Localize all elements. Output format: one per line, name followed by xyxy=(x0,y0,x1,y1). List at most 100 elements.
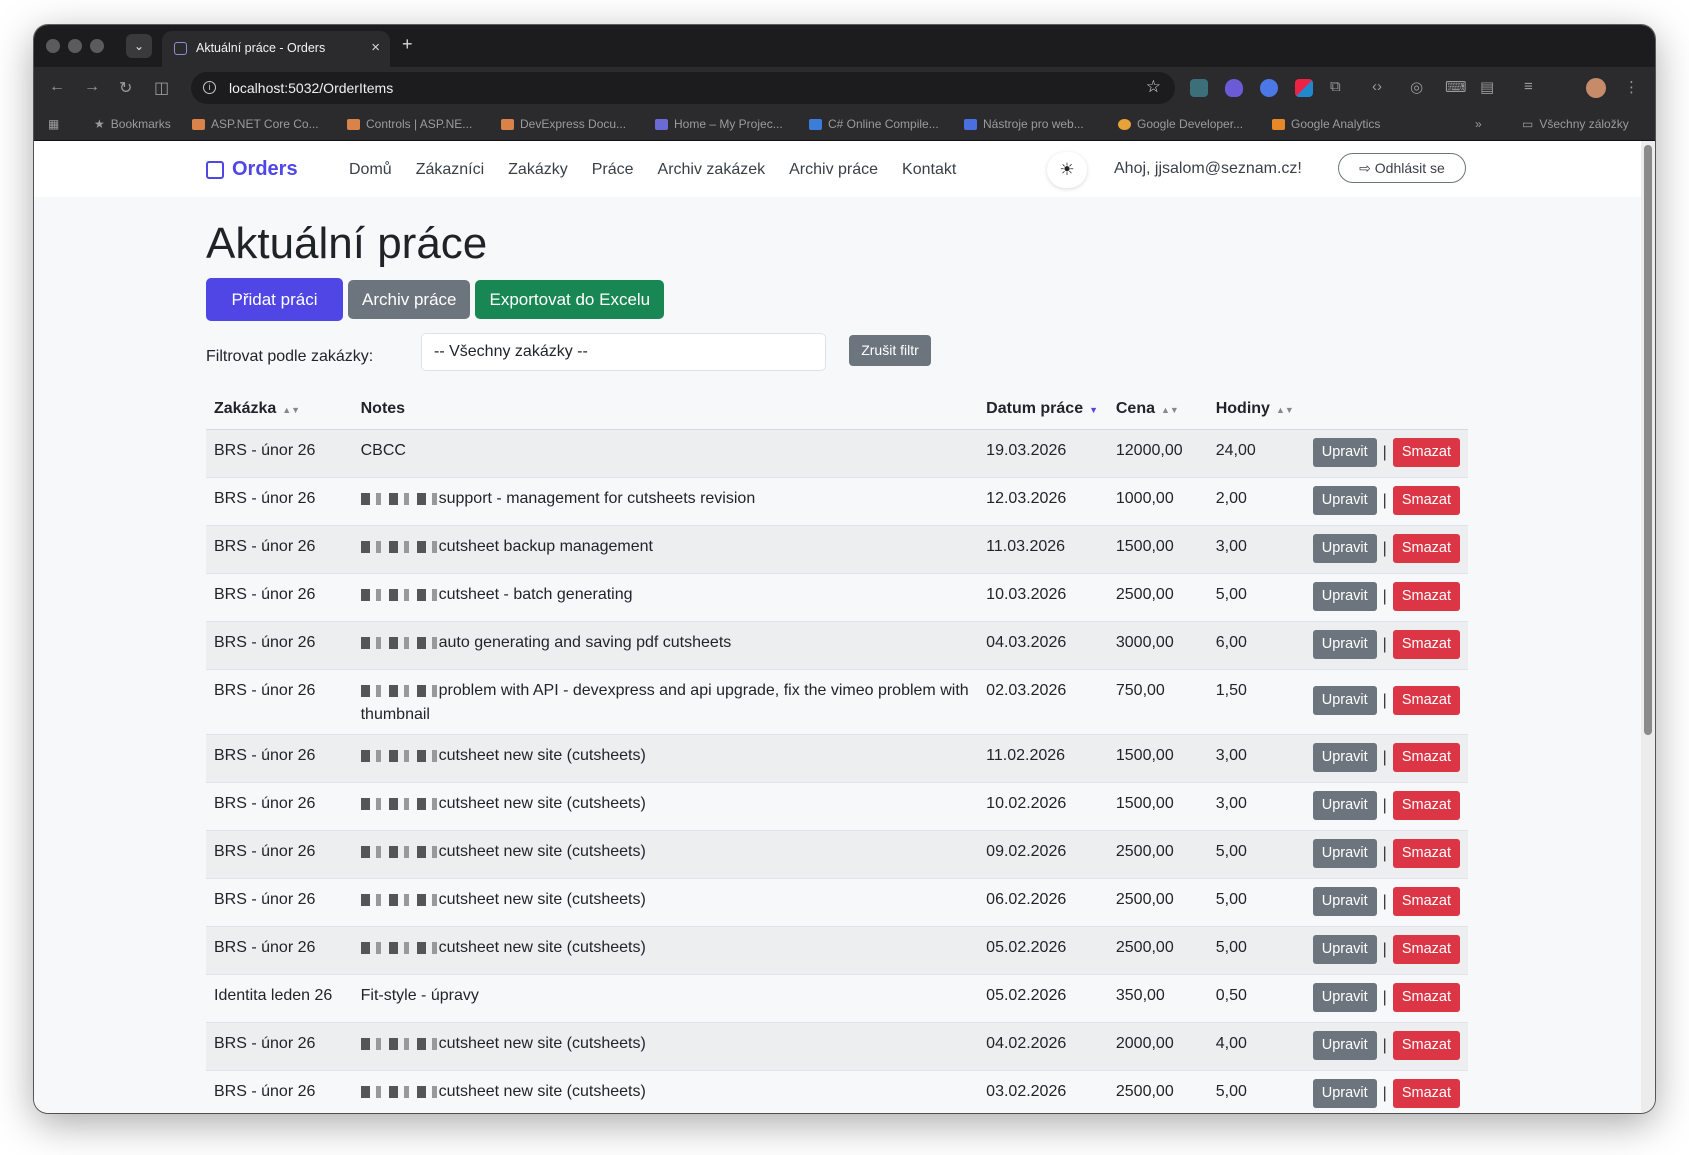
new-tab-icon[interactable]: + xyxy=(402,34,413,55)
reset-filter-button[interactable]: Zrušit filtr xyxy=(849,335,931,366)
col-price-header[interactable]: Cena ▲▼ xyxy=(1107,389,1208,430)
edit-button[interactable]: Upravit xyxy=(1312,1079,1377,1108)
cell-date: 04.03.2026 xyxy=(978,621,1108,670)
edit-button[interactable]: Upravit xyxy=(1312,582,1377,611)
extension-blue-icon[interactable] xyxy=(1260,79,1278,97)
redacted-text xyxy=(360,588,437,601)
split-view-icon[interactable]: ◫ xyxy=(154,78,169,98)
back-icon[interactable]: ← xyxy=(49,78,65,96)
extension-purple-icon[interactable] xyxy=(1225,79,1243,97)
theme-toggle-sun-icon[interactable]: ☀ xyxy=(1047,152,1087,188)
box-icon xyxy=(206,160,224,179)
delete-button[interactable]: Smazat xyxy=(1392,743,1460,772)
nav-contact[interactable]: Kontakt xyxy=(902,161,956,179)
edit-button[interactable]: Upravit xyxy=(1312,438,1377,467)
edit-button[interactable]: Upravit xyxy=(1312,983,1377,1012)
brand-link[interactable]: Orders xyxy=(206,158,298,181)
action-separator: | xyxy=(1382,892,1387,910)
extension-k-icon[interactable] xyxy=(1190,79,1208,97)
nav-customers[interactable]: Zákazníci xyxy=(416,161,484,179)
edit-button[interactable]: Upravit xyxy=(1312,486,1377,515)
apps-grid-icon[interactable]: ▦ xyxy=(48,117,59,131)
edit-button[interactable]: Upravit xyxy=(1312,743,1377,772)
delete-button[interactable]: Smazat xyxy=(1392,534,1460,563)
delete-button[interactable]: Smazat xyxy=(1392,438,1460,467)
nav-work-archive[interactable]: Archiv práce xyxy=(789,161,878,179)
edit-button[interactable]: Upravit xyxy=(1312,839,1377,868)
nav-home[interactable]: Domů xyxy=(349,161,392,179)
bookmark-star-icon[interactable]: ☆ xyxy=(1146,77,1161,97)
bookmark-item[interactable]: Home – My Projec... xyxy=(655,117,783,131)
tab-close-icon[interactable]: × xyxy=(371,39,380,56)
close-window-button[interactable] xyxy=(46,39,60,53)
edit-button[interactable]: Upravit xyxy=(1312,791,1377,820)
bookmark-item[interactable]: C# Online Compile... xyxy=(809,117,939,131)
nav-orders-archive[interactable]: Archiv zakázek xyxy=(658,161,766,179)
add-work-button[interactable]: Přidat práci xyxy=(206,278,343,321)
logout-button[interactable]: ⇨ Odhlásit se xyxy=(1338,153,1466,183)
minimize-window-button[interactable] xyxy=(68,39,82,53)
devtools-code-icon[interactable]: ‹› xyxy=(1372,78,1382,95)
edit-button[interactable]: Upravit xyxy=(1312,887,1377,916)
delete-button[interactable]: Smazat xyxy=(1392,983,1460,1012)
bookmarks-overflow-icon[interactable]: » xyxy=(1475,117,1482,131)
screenshot-icon[interactable]: ◎ xyxy=(1410,78,1423,96)
nav-work[interactable]: Práce xyxy=(592,161,634,179)
col-hours-header[interactable]: Hodiny ▲▼ xyxy=(1207,389,1305,430)
bookmark-item[interactable]: DevExpress Docu... xyxy=(501,117,626,131)
maximize-window-button[interactable] xyxy=(90,39,104,53)
delete-button[interactable]: Smazat xyxy=(1392,486,1460,515)
export-excel-button[interactable]: Exportovat do Excelu xyxy=(475,280,665,319)
delete-button[interactable]: Smazat xyxy=(1392,791,1460,820)
cell-order: BRS - únor 26 xyxy=(206,621,353,670)
cell-order: BRS - únor 26 xyxy=(206,1070,353,1113)
bookmark-favicon-icon xyxy=(655,118,668,130)
bookmark-item[interactable]: Nástroje pro web... xyxy=(964,117,1084,131)
edit-button[interactable]: Upravit xyxy=(1312,686,1377,715)
reading-mode-icon[interactable]: ▤ xyxy=(1480,78,1494,96)
profile-avatar[interactable] xyxy=(1586,78,1606,98)
translate-icon[interactable]: ⌨ xyxy=(1445,78,1467,96)
reload-icon[interactable]: ↻ xyxy=(119,78,132,98)
delete-button[interactable]: Smazat xyxy=(1392,839,1460,868)
site-info-icon[interactable]: i xyxy=(203,81,216,94)
delete-button[interactable]: Smazat xyxy=(1392,1031,1460,1060)
browser-tab[interactable]: Aktuální práce - Orders × xyxy=(162,31,390,67)
bookmark-item[interactable]: ASP.NET Core Co... xyxy=(192,117,319,131)
extensions-puzzle-icon[interactable]: ⧉ xyxy=(1330,78,1341,95)
favicon-icon xyxy=(174,42,187,55)
nav-orders[interactable]: Zakázky xyxy=(508,161,568,179)
address-bar[interactable]: i localhost:5032/OrderItems ☆ xyxy=(191,72,1175,104)
browser-menu-icon[interactable]: ⋮ xyxy=(1624,78,1639,96)
cell-actions: Upravit | Smazat xyxy=(1304,429,1468,478)
extension-color-icon[interactable] xyxy=(1295,79,1313,97)
redacted-text xyxy=(360,941,437,954)
bookmark-item[interactable]: Controls | ASP.NE... xyxy=(347,117,472,131)
edit-button[interactable]: Upravit xyxy=(1312,534,1377,563)
table-row: BRS - únor 26 cutsheet new site (cutsheet… xyxy=(206,1022,1468,1071)
all-bookmarks-folder[interactable]: ▭ Všechny záložky xyxy=(1522,117,1629,131)
scrollbar-thumb[interactable] xyxy=(1644,145,1652,735)
tab-search-dropdown-icon[interactable]: ⌄ xyxy=(126,34,152,58)
media-queue-icon[interactable]: ≡ xyxy=(1524,78,1533,95)
bookmark-item[interactable]: ★ Bookmarks xyxy=(94,117,171,131)
delete-button[interactable]: Smazat xyxy=(1392,1079,1460,1108)
bookmark-item[interactable]: Google Developer... xyxy=(1118,117,1243,131)
work-archive-button[interactable]: Archiv práce xyxy=(348,280,471,319)
delete-button[interactable]: Smazat xyxy=(1392,630,1460,659)
delete-button[interactable]: Smazat xyxy=(1392,686,1460,715)
cell-price: 3000,00 xyxy=(1107,621,1208,670)
delete-button[interactable]: Smazat xyxy=(1392,582,1460,611)
edit-button[interactable]: Upravit xyxy=(1312,935,1377,964)
col-order-header[interactable]: Zakázka ▲▼ xyxy=(206,389,353,430)
page-scrollbar[interactable] xyxy=(1641,141,1655,1113)
col-date-header[interactable]: Datum práce ▼ xyxy=(978,389,1108,430)
order-filter-select[interactable]: -- Všechny zakázky -- xyxy=(421,333,826,371)
delete-button[interactable]: Smazat xyxy=(1392,887,1460,916)
url-text[interactable]: localhost:5032/OrderItems xyxy=(229,80,393,96)
bookmark-item[interactable]: Google Analytics xyxy=(1272,117,1380,131)
forward-icon[interactable]: → xyxy=(84,78,100,96)
delete-button[interactable]: Smazat xyxy=(1392,935,1460,964)
edit-button[interactable]: Upravit xyxy=(1312,630,1377,659)
edit-button[interactable]: Upravit xyxy=(1312,1031,1377,1060)
